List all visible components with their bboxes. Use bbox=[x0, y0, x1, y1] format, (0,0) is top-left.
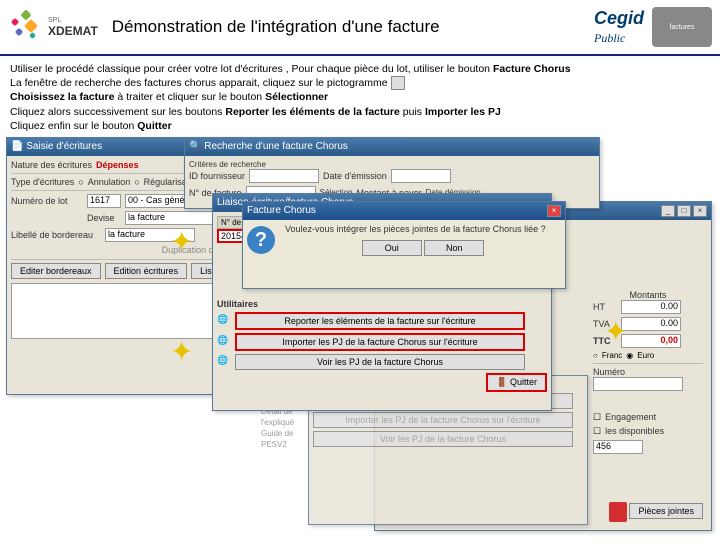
titlebar-recherche-text: Recherche d'une facture Chorus bbox=[204, 141, 348, 152]
radio-euro[interactable]: ◉ bbox=[626, 351, 633, 360]
numlot-label: Numéro de lot bbox=[11, 196, 83, 206]
instr-l4d: Importer les PJ bbox=[425, 106, 501, 118]
numlot-input[interactable]: 1617 bbox=[87, 194, 121, 208]
edition-ecritures-button[interactable]: Edition écritures bbox=[105, 263, 188, 279]
radio-franc[interactable]: ○ bbox=[593, 351, 598, 360]
idfourn-input[interactable] bbox=[249, 169, 319, 183]
factures-badge-text: factures bbox=[670, 24, 695, 31]
exit-icon: 🚪 bbox=[496, 377, 507, 387]
instr-l3a: Choisissez la facture bbox=[10, 91, 114, 103]
instr-l4c: puis bbox=[403, 106, 425, 118]
pieces-jointes-button[interactable]: Pièces jointes bbox=[629, 503, 703, 519]
minimize-icon[interactable]: _ bbox=[661, 205, 675, 217]
doc-icon: 📄 bbox=[11, 141, 23, 152]
quitter-button[interactable]: 🚪 Quitter bbox=[486, 373, 547, 392]
annulation-label: Annulation bbox=[88, 177, 131, 187]
instr-l5b: Quitter bbox=[137, 120, 171, 132]
instr-l4b: Reporter les éléments de la facture bbox=[225, 106, 400, 118]
titlebar-dialog-text: Facture Chorus bbox=[247, 205, 316, 216]
radio-annulation[interactable]: ○ bbox=[78, 177, 83, 187]
numero-label: Numéro bbox=[593, 367, 703, 377]
editer-bordereaux-button[interactable]: Editer bordereaux bbox=[11, 263, 101, 279]
globe-icon-3: 🌐 bbox=[217, 355, 231, 369]
ht-label: HT bbox=[593, 302, 617, 312]
engagement-label: Engagement bbox=[605, 412, 656, 422]
close-icon[interactable]: × bbox=[693, 205, 707, 217]
instr-l3c: Sélectionner bbox=[265, 91, 328, 103]
logo-spl-text: SPL bbox=[48, 17, 98, 24]
dispo-label: les disponibles bbox=[605, 426, 664, 436]
nature-value: Dépenses bbox=[96, 160, 139, 170]
star-icon-2: ✦ bbox=[170, 335, 193, 368]
search-window-icon: 🔍 bbox=[189, 141, 201, 152]
type-label: Type d'écritures bbox=[11, 177, 74, 187]
voir-pj-button[interactable]: Voir les PJ de la facture Chorus bbox=[235, 354, 525, 370]
instr-l3b: à traiter et cliquer sur le bouton bbox=[117, 91, 265, 103]
instr-l1b: Facture Chorus bbox=[493, 63, 571, 75]
pdf-icon bbox=[609, 502, 627, 522]
criteres-label: Critères de recherche bbox=[189, 160, 595, 169]
logo-xdemat: SPL XDEMAT bbox=[8, 9, 98, 45]
pesv2-label: PESV2 bbox=[261, 439, 294, 450]
date-emission-label: Date d'émission bbox=[323, 171, 387, 181]
star-icon-1: ✦ bbox=[170, 225, 193, 258]
devise-input[interactable]: la facture bbox=[125, 211, 215, 225]
logo-xdemat-text: XDEMAT bbox=[48, 24, 98, 38]
quitter-label: Quitter bbox=[510, 377, 537, 387]
instr-l2a: La fenêtre de recherche des factures cho… bbox=[10, 77, 388, 89]
date-emission-input[interactable] bbox=[391, 169, 451, 183]
importer-back-button[interactable]: Importer les PJ de la facture Chorus sur… bbox=[313, 412, 573, 428]
cegid-public-text: Public bbox=[594, 31, 625, 45]
instr-l4a: Cliquez alors successivement sur les bou… bbox=[10, 106, 225, 118]
globe-icon: 🌐 bbox=[217, 314, 231, 328]
numero-input[interactable] bbox=[593, 377, 683, 391]
devise-label: Devise bbox=[87, 213, 121, 223]
search-pictogram-icon bbox=[391, 76, 405, 90]
titlebar-saisie-text: Saisie d'écritures bbox=[26, 141, 102, 152]
engagement-checkbox[interactable]: ☐ bbox=[593, 412, 601, 423]
factures-badge: factures bbox=[652, 7, 712, 47]
oui-button[interactable]: Oui bbox=[362, 240, 422, 256]
page-header: SPL XDEMAT Démonstration de l'intégratio… bbox=[0, 0, 720, 56]
dialog-message: Voulez-vous intégrer les pièces jointes … bbox=[285, 224, 561, 234]
ht-value[interactable]: 0.00 bbox=[621, 300, 681, 314]
globe-icon-2: 🌐 bbox=[217, 335, 231, 349]
reporter-button[interactable]: Reporter les éléments de la facture sur … bbox=[235, 312, 525, 330]
ttc-value[interactable]: 0,00 bbox=[621, 334, 681, 348]
radio-regul[interactable]: ○ bbox=[134, 177, 139, 187]
franc-label: Franc bbox=[602, 351, 622, 360]
montants-label: Montants bbox=[593, 290, 703, 300]
valeur-input[interactable]: 456 bbox=[593, 440, 643, 454]
euro-label: Euro bbox=[637, 351, 654, 360]
guide-label: Guide de bbox=[261, 428, 294, 439]
dialog-confirm: Facture Chorus × ? Voulez-vous intégrer … bbox=[242, 201, 566, 289]
idfourn-label: ID fournisseur bbox=[189, 171, 245, 181]
instr-l1a: Utiliser le procédé classique pour créer… bbox=[10, 63, 493, 75]
dispo-checkbox[interactable]: ☐ bbox=[593, 426, 601, 437]
libelle-label: Libellé de bordereau bbox=[11, 230, 101, 240]
titlebar-recherche: 🔍 Recherche d'une facture Chorus bbox=[185, 138, 599, 156]
tva-value[interactable]: 0.00 bbox=[621, 317, 681, 331]
page-title: Démonstration de l'intégration d'une fac… bbox=[112, 17, 594, 37]
instr-l5a: Cliquez enfin sur le bouton bbox=[10, 120, 137, 132]
dialog-close-icon[interactable]: × bbox=[547, 205, 561, 217]
voir-back-button[interactable]: Voir les PJ de la facture Chorus bbox=[313, 431, 573, 447]
importer-button[interactable]: Importer les PJ de la facture Chorus sur… bbox=[235, 333, 525, 351]
utilitaires-header: Utilitaires bbox=[217, 299, 258, 309]
logo-right-group: Cegid Public factures bbox=[594, 7, 712, 47]
screenshot-canvas: _ □ × Montants HT0.00 TVA0.00 TTC0,00 ○F… bbox=[6, 137, 714, 557]
nature-label: Nature des écritures bbox=[11, 160, 92, 170]
titlebar-dialog: Facture Chorus × bbox=[243, 202, 565, 220]
cegid-logo-text: Cegid bbox=[594, 8, 644, 28]
instructions-block: Utiliser le procédé classique pour créer… bbox=[0, 56, 720, 135]
question-icon: ? bbox=[247, 226, 275, 254]
logo-dots-icon bbox=[8, 9, 44, 45]
explique-label: l'expliqué bbox=[261, 417, 294, 428]
star-icon-3: ✦ bbox=[604, 315, 627, 348]
maximize-icon[interactable]: □ bbox=[677, 205, 691, 217]
non-button[interactable]: Non bbox=[424, 240, 484, 256]
